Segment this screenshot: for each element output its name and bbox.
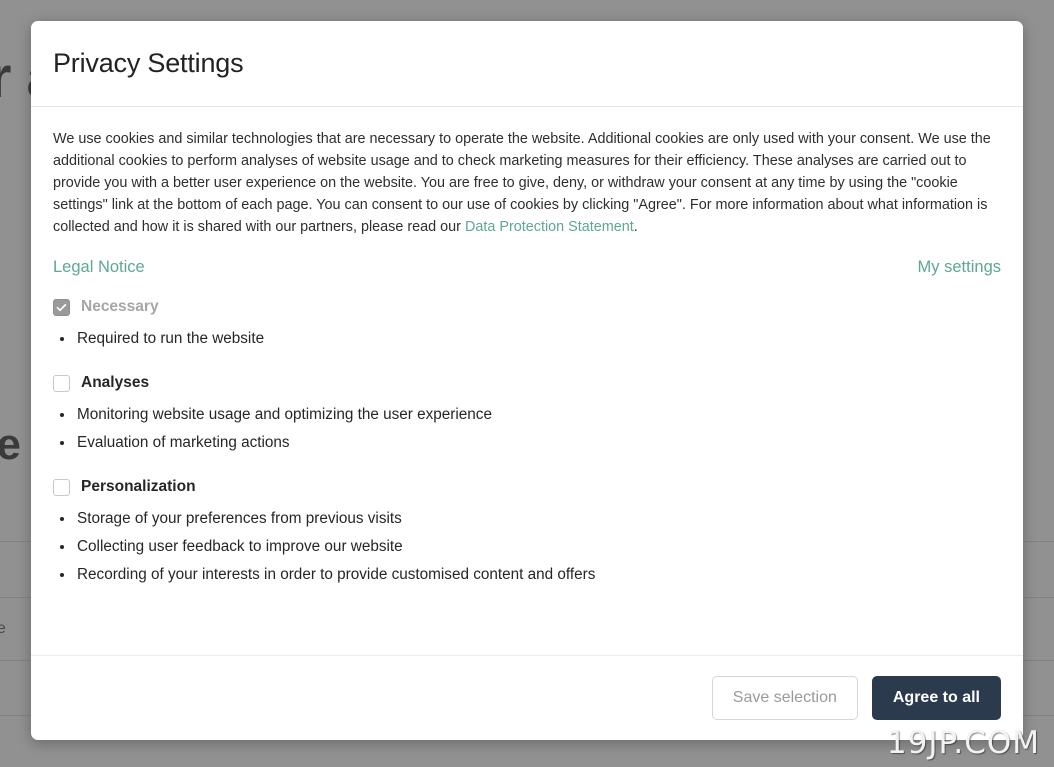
consent-category-analyses: Analyses Monitoring website usage and op… [53, 372, 1001, 457]
page-title: Privacy Settings [53, 48, 244, 78]
consent-category-necessary: Necessary Required to run the website [53, 296, 1001, 353]
dialog-header: Privacy Settings [31, 21, 1023, 107]
list-item: Recording of your interests in order to … [53, 561, 1001, 589]
list-item: Collecting user feedback to improve our … [53, 533, 1001, 561]
links-row: Legal Notice My settings [53, 258, 1001, 277]
consent-category-label: Analyses [81, 374, 150, 391]
consent-category-header: Personalization [53, 476, 1001, 498]
list-item: Storage of your preferences from previou… [53, 505, 1001, 533]
intro-text-part-2: . [633, 219, 638, 235]
consent-category-label: Necessary [81, 298, 159, 315]
dialog-footer: Save selection Agree to all [31, 655, 1023, 740]
consent-category-label: Personalization [81, 478, 196, 495]
dialog-body: We use cookies and similar technologies … [31, 107, 1023, 655]
checkbox-personalization[interactable] [53, 478, 70, 496]
consent-category-header: Necessary [53, 296, 1001, 318]
list-item: Evaluation of marketing actions [53, 429, 1001, 457]
consent-category-list: Necessary Required to run the website An… [53, 296, 1001, 589]
consent-category-items: Required to run the website [53, 325, 1001, 353]
check-icon [56, 303, 67, 311]
agree-to-all-button[interactable]: Agree to all [871, 676, 1001, 720]
consent-category-items: Storage of your preferences from previou… [53, 505, 1001, 589]
list-item: Required to run the website [53, 325, 1001, 353]
consent-category-personalization: Personalization Storage of your preferen… [53, 476, 1001, 589]
privacy-settings-dialog: Privacy Settings We use cookies and simi… [31, 21, 1023, 740]
data-protection-statement-link[interactable]: Data Protection Statement [465, 219, 634, 235]
consent-category-items: Monitoring website usage and optimizing … [53, 401, 1001, 457]
consent-category-header: Analyses [53, 372, 1001, 394]
save-selection-button[interactable]: Save selection [711, 676, 858, 720]
intro-paragraph: We use cookies and similar technologies … [53, 128, 1001, 238]
list-item: Monitoring website usage and optimizing … [53, 401, 1001, 429]
checkbox-analyses[interactable] [53, 374, 70, 392]
legal-notice-link[interactable]: Legal Notice [53, 258, 145, 277]
checkbox-necessary [53, 298, 70, 316]
my-settings-link[interactable]: My settings [918, 258, 1001, 277]
